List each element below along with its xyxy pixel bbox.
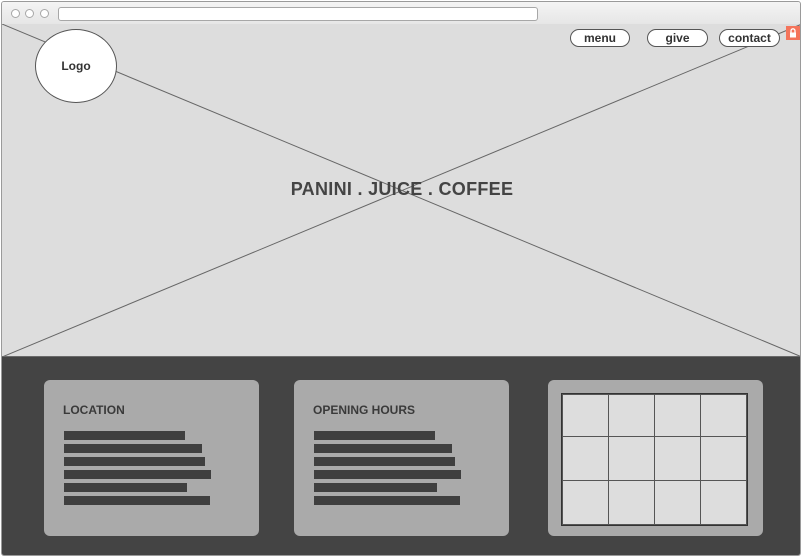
hours-text-line <box>314 457 455 466</box>
hero-banner: Logo menu give contact PANINI . JUICE . … <box>2 24 800 357</box>
gallery-thumbnail[interactable] <box>654 480 701 525</box>
address-bar[interactable] <box>58 7 538 21</box>
location-text-line <box>64 470 211 479</box>
minimize-window-button[interactable] <box>25 9 34 18</box>
gallery-thumbnail[interactable] <box>562 394 609 437</box>
gallery-thumbnail[interactable] <box>654 394 701 437</box>
hours-text-line <box>314 444 452 453</box>
gallery-thumbnail[interactable] <box>700 394 747 437</box>
gallery-thumbnail[interactable] <box>562 480 609 525</box>
image-gallery-grid <box>561 393 748 526</box>
gallery-thumbnail[interactable] <box>608 394 655 437</box>
gallery-card <box>548 380 763 536</box>
location-text-line <box>64 444 202 453</box>
browser-titlebar <box>2 2 800 25</box>
gallery-thumbnail[interactable] <box>700 480 747 525</box>
browser-window: Logo menu give contact PANINI . JUICE . … <box>1 1 801 556</box>
gallery-thumbnail[interactable] <box>562 436 609 481</box>
nav-give-button[interactable]: give <box>647 29 708 47</box>
logo[interactable]: Logo <box>35 29 117 103</box>
hours-text-line <box>314 496 460 505</box>
location-title: LOCATION <box>63 403 125 417</box>
gallery-thumbnail[interactable] <box>608 436 655 481</box>
location-text-line <box>64 496 210 505</box>
gallery-thumbnail[interactable] <box>700 436 747 481</box>
gallery-thumbnail[interactable] <box>608 480 655 525</box>
opening-hours-card: OPENING HOURS <box>294 380 509 536</box>
hours-text-line <box>314 470 461 479</box>
hours-text-line <box>314 431 435 440</box>
lock-icon <box>786 26 800 40</box>
nav-menu-button[interactable]: menu <box>570 29 630 47</box>
location-text-line <box>64 483 187 492</box>
hero-headline: PANINI . JUICE . COFFEE <box>290 179 514 199</box>
info-section: LOCATION OPENING HOURS <box>2 357 800 555</box>
location-text-line <box>64 431 185 440</box>
hours-text-line <box>314 483 437 492</box>
close-window-button[interactable] <box>11 9 20 18</box>
gallery-thumbnail[interactable] <box>654 436 701 481</box>
location-card: LOCATION <box>44 380 259 536</box>
location-text-line <box>64 457 205 466</box>
maximize-window-button[interactable] <box>40 9 49 18</box>
opening-hours-title: OPENING HOURS <box>313 403 416 417</box>
nav-contact-button[interactable]: contact <box>719 29 780 47</box>
